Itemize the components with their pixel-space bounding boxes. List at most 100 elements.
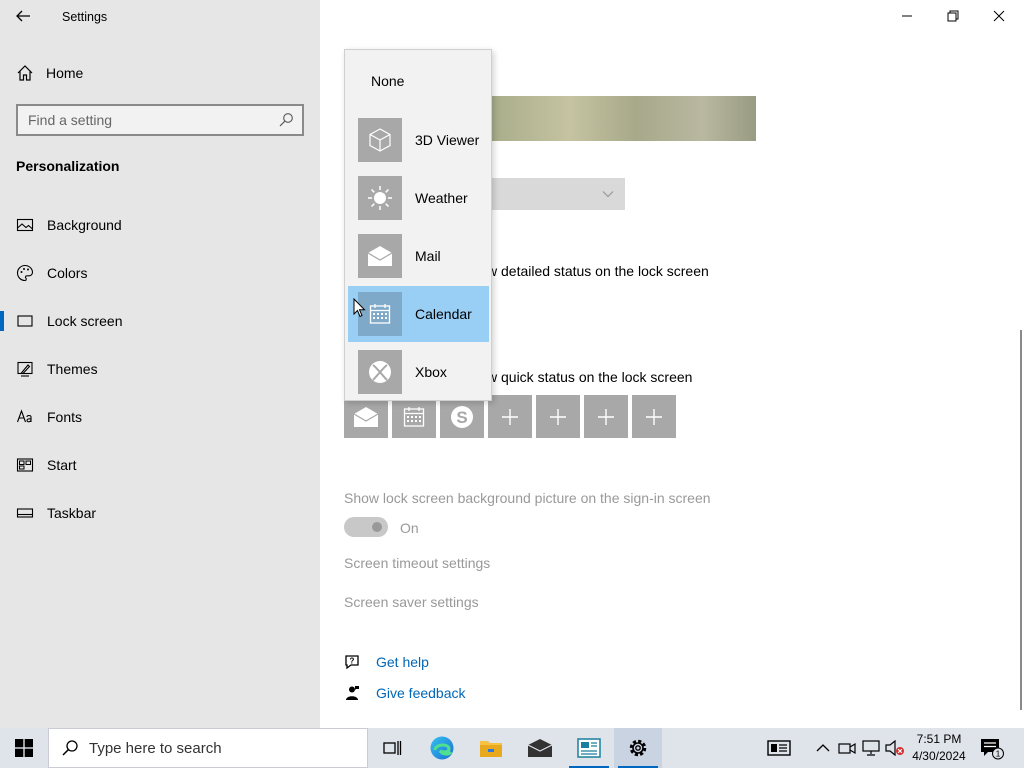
sidebar-item-label: Taskbar: [47, 505, 97, 521]
quick-status-add-tile[interactable]: [488, 395, 532, 438]
close-icon: [993, 10, 1005, 22]
clock-time: 7:51 PM: [916, 732, 962, 746]
give-feedback-row[interactable]: Give feedback: [344, 685, 466, 701]
toggle-state-label: On: [400, 520, 419, 536]
home-label: Home: [46, 65, 84, 81]
taskbar-news[interactable]: [565, 728, 613, 768]
scrollbar[interactable]: [1020, 330, 1022, 710]
app-title: Settings: [62, 10, 108, 24]
signin-picture-label: Show lock screen background picture on t…: [344, 490, 711, 506]
plus-icon: [502, 408, 518, 425]
taskbar-mail[interactable]: [516, 728, 564, 768]
sun-icon: [358, 176, 402, 220]
quick-status-add-tile[interactable]: [536, 395, 580, 438]
camera-icon: [838, 742, 856, 755]
calendar-icon: [403, 406, 425, 427]
back-arrow-icon: [16, 10, 30, 22]
sidebar-item-start[interactable]: Start: [0, 445, 320, 485]
quick-status-add-tile[interactable]: [584, 395, 628, 438]
back-button[interactable]: [14, 7, 32, 25]
quick-status-skype-tile[interactable]: S: [440, 395, 484, 438]
flyout-item-mail[interactable]: Mail: [348, 228, 489, 284]
mouse-cursor-icon: [353, 298, 366, 318]
home-icon: [17, 65, 33, 81]
flyout-item-label: Xbox: [415, 364, 447, 380]
flyout-item-label: 3D Viewer: [415, 132, 480, 148]
volume-muted-icon: [885, 740, 904, 756]
xbox-icon: [358, 350, 402, 394]
taskbar-settings[interactable]: [614, 728, 662, 768]
task-view-icon: [383, 741, 402, 755]
image-icon: [16, 216, 34, 234]
get-help-row[interactable]: ? Get help: [344, 654, 429, 670]
flyout-item-label: Weather: [415, 190, 468, 206]
network-button[interactable]: [861, 738, 881, 758]
mail-icon: [358, 234, 402, 278]
notification-icon: 1: [981, 739, 1004, 760]
home-link[interactable]: Home: [16, 64, 83, 82]
lock-screen-icon: [16, 312, 34, 330]
flyout-item-calendar[interactable]: Calendar: [348, 286, 489, 342]
plus-icon: [598, 408, 614, 425]
sidebar-item-colors[interactable]: Colors: [0, 253, 320, 293]
sidebar-item-label: Start: [47, 457, 77, 473]
taskbar-search-box[interactable]: Type here to search: [48, 728, 368, 768]
flyout-none-option[interactable]: None: [371, 73, 404, 89]
windows-logo-icon: [15, 739, 33, 757]
sidebar-item-taskbar[interactable]: Taskbar: [0, 493, 320, 533]
plus-icon: [550, 408, 566, 425]
quick-status-add-tile[interactable]: [632, 395, 676, 438]
find-setting-input[interactable]: [18, 106, 268, 134]
notification-count: 1: [996, 749, 1001, 759]
taskbar: Type here to search 7:51 PM 4/30/2024 1: [0, 728, 1024, 768]
flyout-item-3d-viewer[interactable]: 3D Viewer: [348, 112, 489, 168]
sidebar-item-fonts[interactable]: Fonts: [0, 397, 320, 437]
meet-now-button[interactable]: [837, 738, 857, 758]
detailed-status-label: w detailed status on the lock screen: [487, 263, 709, 279]
quick-status-calendar-tile[interactable]: [392, 395, 436, 438]
gear-icon: [629, 739, 647, 757]
taskbar-file-explorer[interactable]: [467, 728, 515, 768]
system-clock[interactable]: 7:51 PM 4/30/2024: [904, 731, 974, 765]
themes-icon: [16, 360, 34, 378]
give-feedback-link[interactable]: Give feedback: [376, 685, 466, 701]
plus-icon: [646, 408, 662, 425]
show-hidden-icons-button[interactable]: [813, 738, 833, 758]
sidebar-item-label: Colors: [47, 265, 88, 281]
start-button[interactable]: [0, 728, 48, 768]
sidebar-item-themes[interactable]: Themes: [0, 349, 320, 389]
quick-status-mail-tile[interactable]: [344, 395, 388, 438]
get-help-link[interactable]: Get help: [376, 654, 429, 670]
action-center-button[interactable]: 1: [980, 738, 1004, 765]
restore-button[interactable]: [930, 0, 976, 32]
screen-saver-link[interactable]: Screen saver settings: [344, 594, 479, 610]
news-interests-button[interactable]: [766, 738, 792, 758]
detailed-status-dropdown[interactable]: [490, 178, 625, 210]
flyout-item-weather[interactable]: Weather: [348, 170, 489, 226]
app-picker-flyout: None 3D Viewer Weather Mail Calendar Xbo…: [344, 49, 492, 401]
minimize-button[interactable]: [884, 0, 930, 32]
lock-screen-preview: [490, 96, 756, 141]
taskbar-edge[interactable]: [418, 728, 466, 768]
fonts-icon: [16, 408, 34, 426]
screen-timeout-link[interactable]: Screen timeout settings: [344, 555, 490, 571]
signin-picture-toggle[interactable]: [344, 517, 388, 537]
taskbar-search-placeholder: Type here to search: [89, 739, 222, 757]
start-icon: [16, 456, 34, 474]
mail-icon: [527, 739, 553, 757]
sidebar-item-background[interactable]: Background: [0, 205, 320, 245]
chevron-down-icon: [602, 191, 614, 198]
sidebar-item-label: Lock screen: [47, 313, 123, 329]
taskbar-icon: [16, 504, 34, 522]
sidebar-item-label: Background: [47, 217, 122, 233]
flyout-item-xbox[interactable]: Xbox: [348, 344, 489, 400]
feedback-person-icon: [346, 686, 359, 700]
skype-icon: S: [451, 405, 473, 428]
close-button[interactable]: [976, 0, 1022, 32]
volume-button[interactable]: [885, 738, 905, 758]
svg-text:S: S: [456, 408, 467, 427]
task-view-button[interactable]: [368, 728, 416, 768]
find-setting-search[interactable]: [16, 104, 304, 136]
sidebar-item-lock-screen[interactable]: Lock screen: [0, 301, 320, 341]
search-icon[interactable]: [278, 112, 294, 128]
